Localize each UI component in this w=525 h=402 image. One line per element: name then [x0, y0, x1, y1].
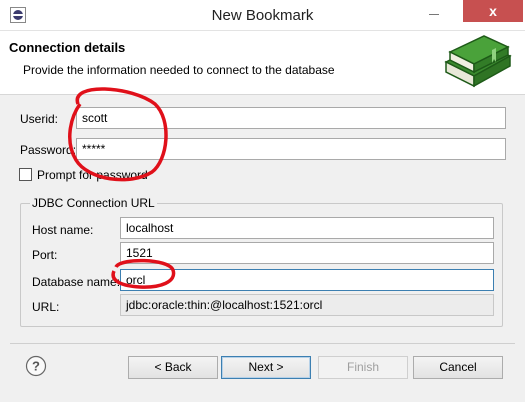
- host-label: Host name:: [32, 223, 94, 237]
- password-label: Password:: [20, 143, 77, 157]
- port-label: Port:: [32, 248, 58, 262]
- next-button[interactable]: Next >: [221, 356, 311, 379]
- url-field: jdbc:oracle:thin:@localhost:1521:orcl: [120, 294, 494, 316]
- annotation-circle-credentials: [68, 87, 168, 182]
- prompt-password-checkbox[interactable]: [19, 168, 32, 181]
- url-label: URL:: [32, 300, 60, 314]
- finish-button: Finish: [318, 356, 408, 379]
- button-bar-divider: [10, 343, 515, 344]
- prompt-password-label[interactable]: Prompt for password: [37, 168, 148, 182]
- page-description: Provide the information needed to connec…: [23, 63, 335, 77]
- page-title: Connection details: [9, 40, 126, 55]
- db-label: Database name:: [32, 275, 121, 289]
- userid-input[interactable]: scott: [76, 107, 506, 129]
- help-icon[interactable]: ?: [25, 355, 47, 377]
- cancel-button[interactable]: Cancel: [413, 356, 503, 379]
- host-input[interactable]: localhost: [120, 217, 494, 239]
- books-icon: [444, 35, 512, 88]
- close-button[interactable]: x: [463, 0, 523, 22]
- password-input[interactable]: *****: [76, 138, 506, 160]
- port-input[interactable]: 1521: [120, 242, 494, 264]
- db-input[interactable]: orcl: [120, 269, 494, 291]
- minimize-button[interactable]: [419, 0, 449, 30]
- userid-label: Userid:: [20, 112, 59, 126]
- back-button[interactable]: < Back: [128, 356, 218, 379]
- jdbc-group-title: JDBC Connection URL: [30, 196, 157, 210]
- help-glyph: ?: [32, 359, 40, 374]
